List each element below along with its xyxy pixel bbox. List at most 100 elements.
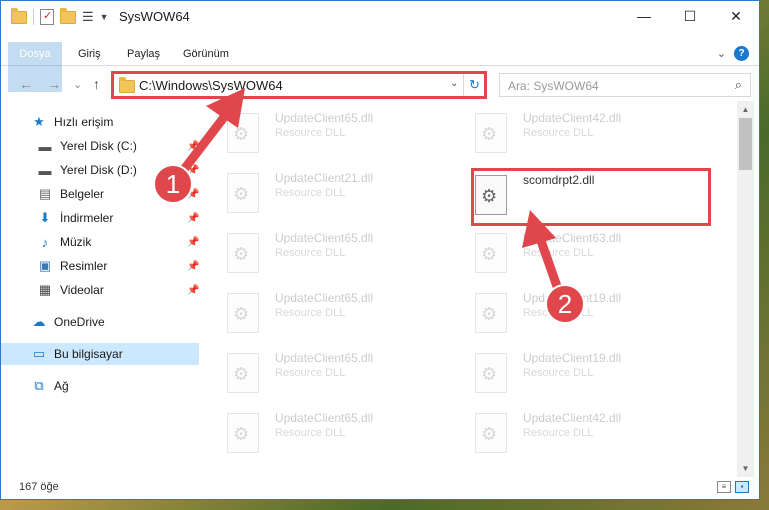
scroll-down-icon[interactable]: ▼ xyxy=(737,460,754,477)
title-bar: ☰ ▼ SysWOW64 — ☐ ✕ xyxy=(1,1,759,32)
sidebar-item-label: OneDrive xyxy=(54,315,105,329)
sidebar-item-local-disk-c[interactable]: ▬ Yerel Disk (C:) 📌 xyxy=(1,135,200,157)
star-icon: ★ xyxy=(33,114,45,129)
address-bar[interactable]: C:\Windows\SysWOW64 ⌄ ↻ xyxy=(112,73,486,97)
sidebar-item-local-disk-d[interactable]: ▬ Yerel Disk (D:) 📌 xyxy=(1,159,200,181)
file-type: Resource DLL xyxy=(523,367,594,379)
sidebar-item-onedrive[interactable]: ☁ OneDrive xyxy=(1,311,199,333)
file-name: UpdateClient42.dll xyxy=(523,411,622,425)
close-button[interactable]: ✕ xyxy=(713,1,759,31)
new-folder-icon[interactable] xyxy=(60,7,76,24)
properties-icon[interactable] xyxy=(40,9,54,25)
dll-file-icon xyxy=(227,113,259,153)
file-name: UpdateClient63.dll xyxy=(523,231,622,245)
dll-file-icon xyxy=(227,293,259,333)
tab-view[interactable]: Görünüm xyxy=(183,42,229,66)
target-file-scomdrpt2[interactable]: scomdrpt2.dll xyxy=(457,167,687,217)
maximize-button[interactable]: ☐ xyxy=(667,1,713,31)
sidebar-item-downloads[interactable]: ⬇ İndirmeler 📌 xyxy=(1,207,200,229)
pin-icon: 📌 xyxy=(187,164,200,176)
pin-icon: 📌 xyxy=(187,236,200,248)
window-title: SysWOW64 xyxy=(119,9,190,24)
sidebar-item-documents[interactable]: ▤ Belgeler 📌 xyxy=(1,183,200,205)
file-name: UpdateClient21.dll xyxy=(275,171,374,185)
network-icon: ⧉ xyxy=(34,378,44,393)
list-item[interactable]: UpdateClient19.dll Resource DLL xyxy=(457,345,687,395)
chevron-down-icon[interactable]: ▼ xyxy=(100,12,109,22)
sidebar-item-pictures[interactable]: ▣ Resimler 📌 xyxy=(1,255,200,277)
refresh-button[interactable]: ↻ xyxy=(463,74,485,96)
details-view-icon[interactable]: ≡ xyxy=(717,481,731,493)
drive-icon: ▬ xyxy=(38,162,52,178)
ribbon-controls: ⌄ ? xyxy=(717,46,749,61)
status-bar: 167 öğe ≡ ▪ xyxy=(1,477,759,499)
up-button[interactable]: ↑ xyxy=(93,76,100,92)
dll-file-icon xyxy=(227,413,259,453)
navigation-pane: ★ Hızlı erişim ▬ Yerel Disk (C:) 📌 ▬ Yer… xyxy=(1,105,203,477)
file-name: UpdateClient65.dll xyxy=(275,291,374,305)
list-item[interactable]: UpdateClient65.dll Resource DLL xyxy=(209,345,439,395)
computer-icon: ▭ xyxy=(32,346,46,361)
window-controls: — ☐ ✕ xyxy=(621,1,759,31)
list-item[interactable]: UpdateClient42.dll Resource DLL xyxy=(457,405,687,455)
file-type: Resource DLL xyxy=(275,367,346,379)
expand-ribbon-icon[interactable]: ⌄ xyxy=(717,47,726,60)
sidebar-item-label: Bu bilgisayar xyxy=(54,347,123,361)
list-item[interactable]: UpdateClient42.dll Resource DLL xyxy=(457,105,687,155)
file-name: UpdateClient65.dll xyxy=(275,111,374,125)
file-name: UpdateClient65.dll xyxy=(275,411,374,425)
folder-icon xyxy=(119,77,135,93)
file-type: Resource DLL xyxy=(523,247,594,259)
sidebar-item-music[interactable]: ♪ Müzik 📌 xyxy=(1,231,200,253)
forward-button[interactable]: → xyxy=(47,76,61,92)
list-item[interactable]: UpdateClient65.dll Resource DLL xyxy=(209,105,439,155)
download-icon: ⬇ xyxy=(39,210,51,225)
recent-locations-button[interactable]: ⌄ xyxy=(73,78,82,91)
minimize-button[interactable]: — xyxy=(621,1,667,31)
list-item[interactable]: UpdateClient65.dll Resource DLL xyxy=(209,285,439,335)
dll-file-icon xyxy=(227,353,259,393)
view-switcher: ≡ ▪ xyxy=(717,481,749,493)
scroll-up-icon[interactable]: ▲ xyxy=(737,101,754,118)
list-item[interactable]: UpdateClient21.dll Resource DLL xyxy=(209,165,439,215)
quick-access-toolbar: ☰ ▼ xyxy=(11,7,109,25)
sidebar-item-this-pc[interactable]: ▭ Bu bilgisayar xyxy=(1,343,199,365)
sidebar-item-network[interactable]: ⧉ Ağ xyxy=(1,375,199,397)
pin-icon: 📌 xyxy=(187,260,200,272)
ribbon-tabs: Dosya Giriş Paylaş Görünüm ⌄ ? xyxy=(1,42,759,92)
item-count: 167 öğe xyxy=(19,481,59,493)
list-item[interactable]: UpdateClient19.dll Resource DLL xyxy=(457,285,687,335)
file-type: Resource DLL xyxy=(523,427,594,439)
pin-icon: 📌 xyxy=(187,188,200,200)
address-path[interactable]: C:\Windows\SysWOW64 xyxy=(139,78,283,93)
customize-list-icon[interactable]: ☰ xyxy=(82,9,94,25)
pin-icon: 📌 xyxy=(187,284,200,296)
dll-file-icon xyxy=(475,413,507,453)
sidebar-item-label: Yerel Disk (C:) xyxy=(60,139,137,153)
back-button[interactable]: ← xyxy=(19,76,33,92)
sidebar-item-label: Ağ xyxy=(54,379,69,393)
dll-file-icon xyxy=(227,173,259,213)
tab-home[interactable]: Giriş xyxy=(78,42,101,66)
file-type: Resource DLL xyxy=(275,187,346,199)
chevron-down-icon[interactable]: ⌄ xyxy=(450,78,458,89)
list-item[interactable]: UpdateClient65.dll Resource DLL xyxy=(209,405,439,455)
tiles-view-icon[interactable]: ▪ xyxy=(735,481,749,493)
sidebar-item-videos[interactable]: ▦ Videolar 📌 xyxy=(1,279,200,301)
file-type: Resource DLL xyxy=(275,127,346,139)
help-icon[interactable]: ? xyxy=(734,46,749,61)
sidebar-item-quick-access[interactable]: ★ Hızlı erişim xyxy=(1,111,199,133)
tab-share[interactable]: Paylaş xyxy=(127,42,160,66)
pin-icon: 📌 xyxy=(187,140,200,152)
list-item[interactable]: UpdateClient65.dll Resource DLL xyxy=(209,225,439,275)
vertical-scrollbar[interactable]: ▲ ▼ xyxy=(737,101,754,477)
sidebar-item-label: İndirmeler xyxy=(60,211,114,225)
drive-icon: ▬ xyxy=(38,138,52,154)
dll-file-icon xyxy=(475,353,507,393)
scrollbar-thumb[interactable] xyxy=(739,118,752,170)
search-input[interactable]: Ara: SysWOW64 ⌕ xyxy=(499,73,751,97)
list-item[interactable]: UpdateClient63.dll Resource DLL xyxy=(457,225,687,275)
dll-file-icon xyxy=(475,293,507,333)
file-type: Resource DLL xyxy=(523,127,594,139)
file-type: Resource DLL xyxy=(275,427,346,439)
